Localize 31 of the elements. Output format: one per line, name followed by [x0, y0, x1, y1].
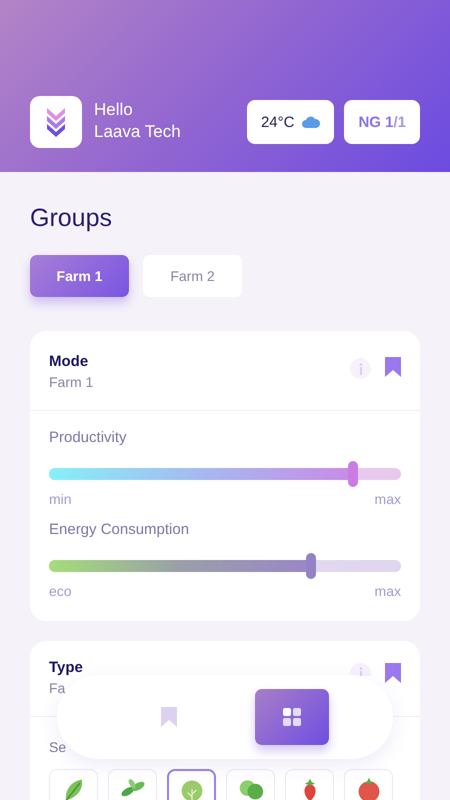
cloud-icon: [302, 116, 320, 128]
bookmark-icon[interactable]: [385, 663, 401, 683]
bookmark-icon[interactable]: [385, 357, 401, 377]
grid-icon: [282, 708, 300, 726]
weather-chip[interactable]: 24°C: [246, 100, 334, 144]
card-title: Type: [49, 659, 83, 676]
section-label: Se: [49, 739, 68, 755]
card-title: Mode: [49, 353, 90, 370]
card-subtitle: Farm 1: [49, 374, 94, 390]
farm-tab[interactable]: Farm 1: [30, 255, 129, 297]
min-label: min: [49, 491, 72, 507]
user-name: Laava Tech: [94, 121, 182, 143]
greeting-text: Hello: [94, 99, 134, 121]
grid-nav-button[interactable]: [254, 689, 328, 745]
logo-icon: [30, 96, 82, 148]
max-label: max: [374, 583, 401, 599]
group-counter-chip[interactable]: NG 1/1: [344, 100, 420, 144]
slider-label: Productivity: [49, 429, 128, 446]
farm-tab[interactable]: Farm 2: [143, 255, 242, 297]
bookmark-icon: [160, 707, 176, 727]
crop-tile[interactable]: [167, 769, 216, 800]
slider-thumb[interactable]: [306, 553, 316, 579]
slider-label: Energy Consumption: [49, 521, 190, 538]
max-label: max: [374, 491, 401, 507]
slider-track[interactable]: [49, 461, 401, 487]
slider-track[interactable]: [49, 553, 401, 579]
card-subtitle: Fa: [49, 680, 66, 696]
slider-thumb[interactable]: [348, 461, 358, 487]
min-label: eco: [49, 583, 72, 599]
tomato-icon: [356, 776, 382, 800]
page-title: Groups: [29, 203, 113, 233]
